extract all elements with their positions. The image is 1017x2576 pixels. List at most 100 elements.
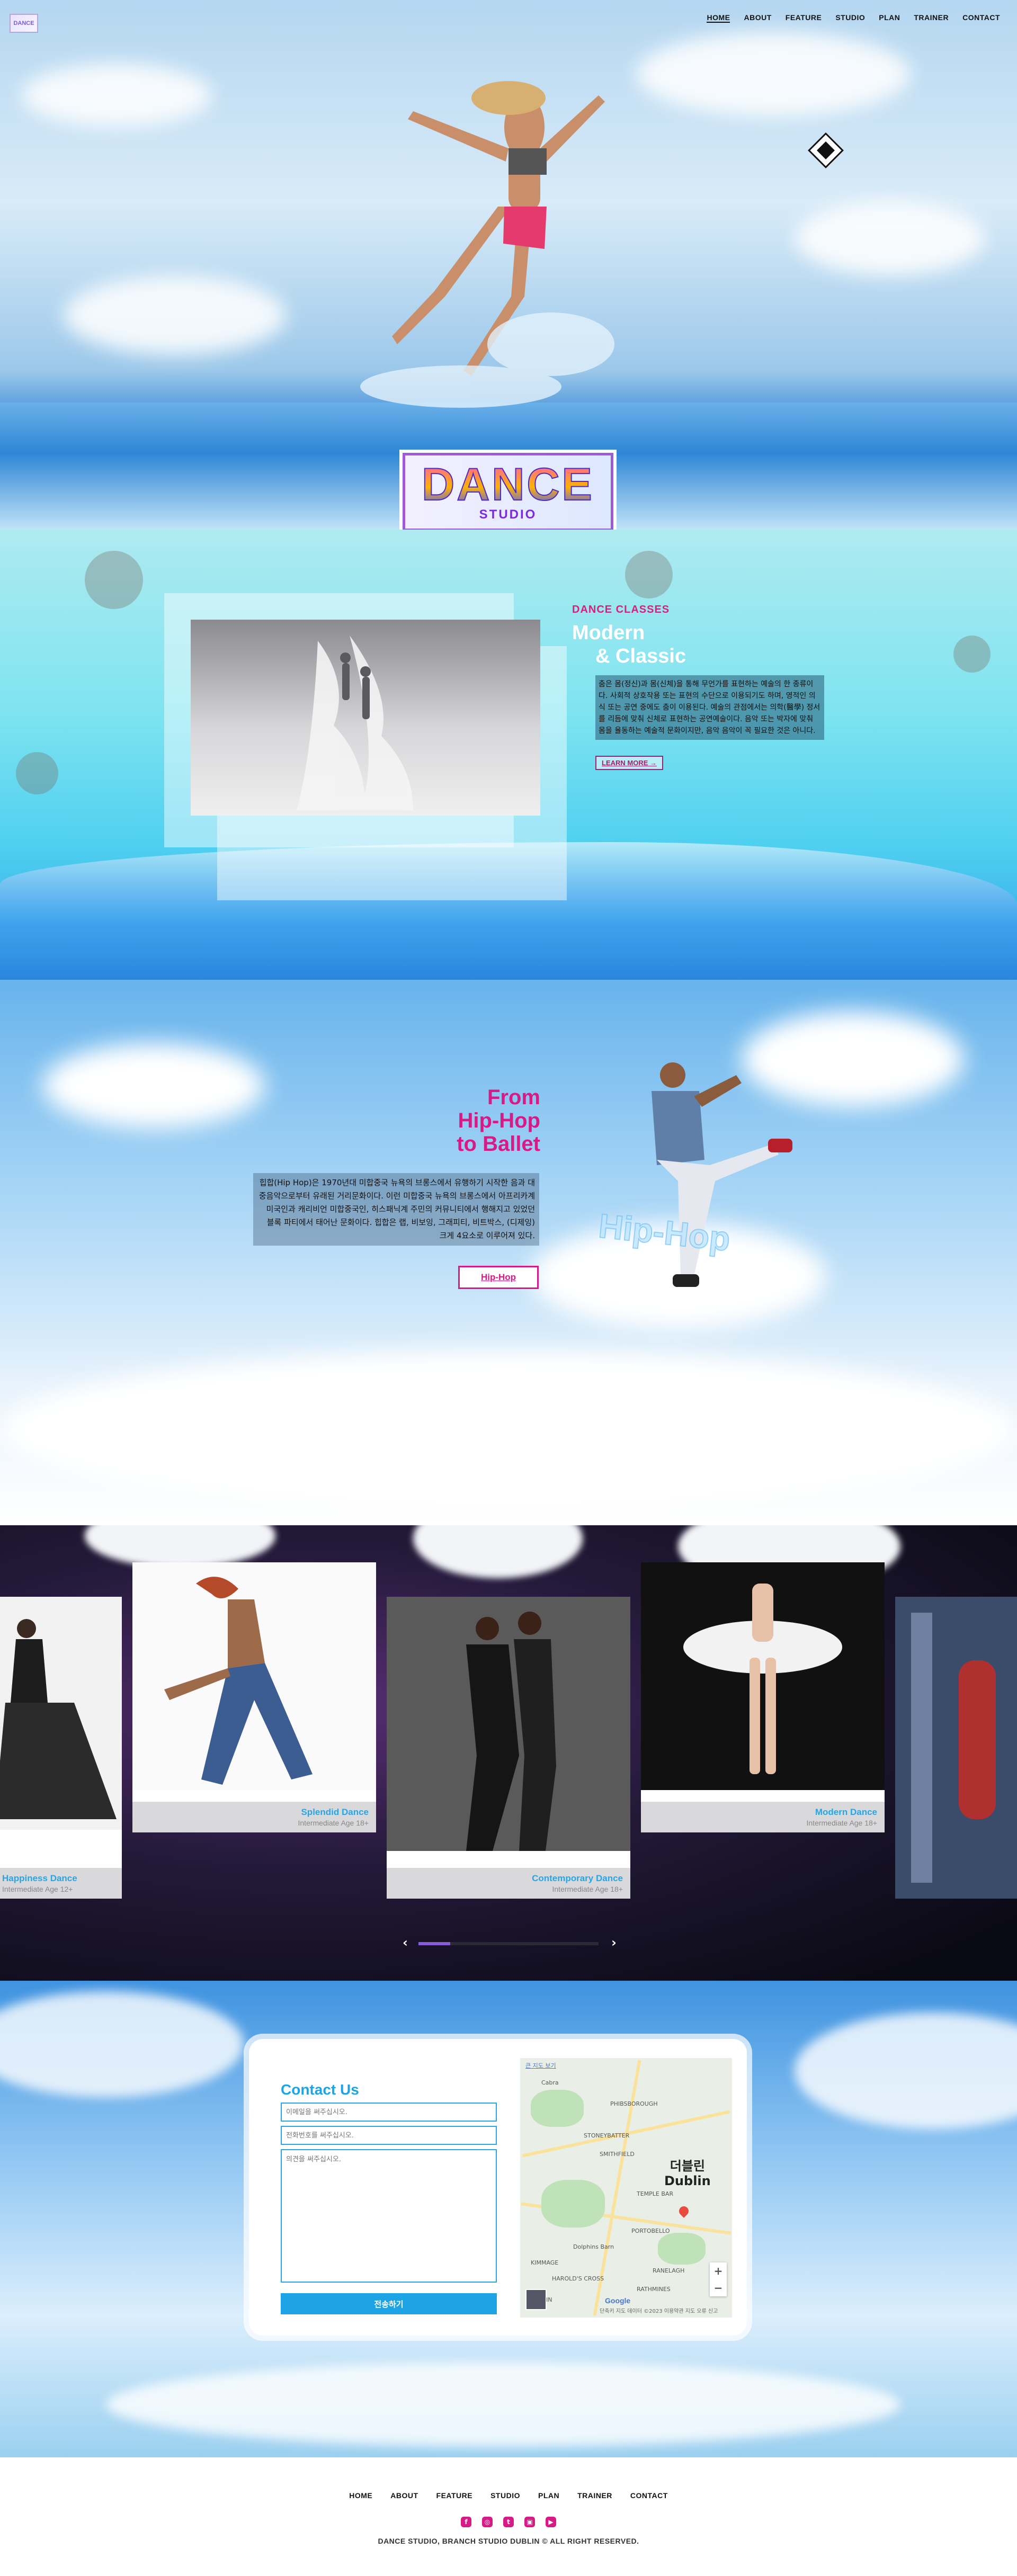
hiphop-description: 힙합(Hip Hop)은 1970년대 미합중국 뉴욕의 브롱스에서 유행하기 … xyxy=(253,1173,539,1246)
carousel-next-button[interactable]: › xyxy=(611,1936,617,1949)
map-label: TEMPLE BAR xyxy=(637,2190,674,2197)
gallery-card[interactable]: Happiness Dance Intermediate Age 12+ xyxy=(0,1597,122,1899)
nav-home[interactable]: HOME xyxy=(707,13,730,23)
logo-big-text: DANCE xyxy=(421,459,594,510)
map-label: RATHMINES xyxy=(637,2286,671,2293)
contact-section: Contact Us 전송하기 큰 지도 보기 Cabra PHIBSBOROU… xyxy=(0,1981,1017,2457)
water-splash xyxy=(0,1991,244,2097)
gallery-card-caption: Happiness Dance Intermediate Age 12+ xyxy=(0,1868,122,1899)
footer-nav-home[interactable]: HOME xyxy=(349,2491,372,2500)
gallery-card-title: Contemporary Dance xyxy=(532,1873,623,1883)
carousel-prev-button[interactable]: ‹ xyxy=(403,1936,408,1949)
cloud xyxy=(42,1043,265,1128)
gallery-card-subtitle: Intermediate Age 12+ xyxy=(2,1885,73,1893)
cloud xyxy=(413,1525,583,1578)
map-label: RANELAGH xyxy=(653,2267,685,2274)
gallery-card-caption: Contemporary Dance Intermediate Age 18+ xyxy=(387,1868,630,1899)
classes-title-line2: & Classic xyxy=(595,645,686,667)
footer-nav-feature[interactable]: FEATURE xyxy=(436,2491,473,2500)
hero-dancer-image xyxy=(360,81,614,408)
nav-studio[interactable]: STUDIO xyxy=(835,13,865,23)
hiphop-title: From Hip-Hop to Ballet xyxy=(440,1086,540,1156)
gallery-card-subtitle: Intermediate Age 18+ xyxy=(298,1819,369,1827)
nav-trainer[interactable]: TRAINER xyxy=(914,13,949,23)
facebook-icon[interactable]: f xyxy=(461,2517,471,2527)
classes-description: 춤은 몸(정신)과 몸(신체)을 통해 무언가를 표현하는 예술의 한 종류이다… xyxy=(595,675,824,740)
ballet-couple-illustration xyxy=(297,636,413,810)
footer-nav-trainer[interactable]: TRAINER xyxy=(577,2491,612,2500)
footer-nav: HOME ABOUT FEATURE STUDIO PLAN TRAINER C… xyxy=(0,2491,1017,2500)
hero-section: DANCE HOME ABOUT FEATURE STUDIO PLAN TRA… xyxy=(0,0,1017,530)
hiphop-title-line1: From xyxy=(487,1086,540,1109)
gallery-card[interactable]: Splendid Dance Intermediate Age 18+ xyxy=(132,1562,376,1832)
map-park xyxy=(531,2090,584,2127)
map-pin-icon[interactable] xyxy=(677,2204,691,2218)
dancer-photo-splendid xyxy=(132,1562,376,1790)
hiphop-dancer-image xyxy=(652,1062,792,1287)
decor-blob xyxy=(625,551,673,598)
hiphop-title-line3: to Ballet xyxy=(457,1132,540,1156)
diamond-icon[interactable] xyxy=(808,132,844,168)
dance-studio-logo: DANCE STUDIO xyxy=(403,453,613,530)
logo-small-text: STUDIO xyxy=(479,507,537,522)
twitter-icon[interactable]: t xyxy=(503,2517,514,2527)
google-map[interactable]: 큰 지도 보기 Cabra PHIBSBOROUGH STONEYBATTER … xyxy=(520,2058,732,2318)
hiphop-button[interactable]: Hip-Hop xyxy=(458,1266,539,1289)
map-park xyxy=(541,2180,605,2228)
classes-title-line1: Modern xyxy=(572,622,645,644)
cloud-bank xyxy=(0,1350,1017,1509)
footer-nav-contact[interactable]: CONTACT xyxy=(630,2491,668,2500)
map-city-label: 더블린 Dublin xyxy=(664,2159,711,2188)
instagram-icon[interactable]: ◎ xyxy=(482,2517,493,2527)
map-larger-link[interactable]: 큰 지도 보기 xyxy=(525,2061,556,2070)
site-footer: HOME ABOUT FEATURE STUDIO PLAN TRAINER C… xyxy=(0,2457,1017,2576)
learn-more-label: LEARN MORE xyxy=(602,759,648,767)
map-city-ko: 더블린 xyxy=(670,2159,705,2174)
nav-plan[interactable]: PLAN xyxy=(879,13,900,23)
dancer-photo-modern xyxy=(641,1562,885,1790)
gallery-card-caption: Modern Dance Intermediate Age 18+ xyxy=(641,1802,885,1832)
map-city-en: Dublin xyxy=(664,2174,711,2188)
map-label: STONEYBATTER xyxy=(584,2132,630,2139)
gallery-card-partial[interactable] xyxy=(895,1597,1017,1899)
carousel-scrollbar-thumb[interactable] xyxy=(418,1942,450,1945)
cloud xyxy=(636,32,911,117)
header-logo[interactable]: DANCE xyxy=(10,14,38,33)
water-splash xyxy=(795,2012,1017,2129)
cloud xyxy=(795,201,985,275)
twitch-icon[interactable]: ▣ xyxy=(524,2517,535,2527)
zoom-in-button[interactable]: + xyxy=(710,2262,727,2279)
map-label: KIMMAGE xyxy=(531,2259,559,2266)
classes-eyebrow: DANCE CLASSES xyxy=(572,604,670,615)
footer-nav-studio[interactable]: STUDIO xyxy=(490,2491,520,2500)
classes-title: Modern & Classic xyxy=(572,621,824,668)
phone-field[interactable] xyxy=(281,2126,497,2145)
nav-contact[interactable]: CONTACT xyxy=(962,13,1000,23)
gallery-card[interactable]: Modern Dance Intermediate Age 18+ xyxy=(641,1562,885,1832)
map-satellite-toggle[interactable] xyxy=(525,2289,547,2310)
header-logo-text: DANCE xyxy=(13,20,34,26)
map-zoom-control: + − xyxy=(710,2262,727,2296)
gallery-card[interactable]: Contemporary Dance Intermediate Age 18+ xyxy=(387,1597,630,1899)
learn-more-button[interactable]: LEARN MORE → xyxy=(595,756,664,770)
youtube-icon[interactable]: ▶ xyxy=(546,2517,556,2527)
contact-form: Contact Us 전송하기 xyxy=(281,2081,497,2314)
nav-about[interactable]: ABOUT xyxy=(744,13,771,23)
copyright-text: DANCE STUDIO, BRANCH STUDIO DUBLIN © ALL… xyxy=(378,2537,639,2545)
email-field[interactable] xyxy=(281,2103,497,2122)
ballet-couple-photo xyxy=(191,620,540,816)
hiphop-section: From Hip-Hop to Ballet 힙합(Hip Hop)은 1970… xyxy=(0,980,1017,1525)
gallery-card-title: Splendid Dance xyxy=(301,1807,369,1817)
zoom-out-button[interactable]: − xyxy=(710,2279,727,2296)
footer-nav-about[interactable]: ABOUT xyxy=(390,2491,418,2500)
class-gallery-section: Happiness Dance Intermediate Age 12+ Spl… xyxy=(0,1525,1017,1981)
contact-title: Contact Us xyxy=(281,2081,359,2098)
cloud xyxy=(64,275,286,355)
message-field[interactable] xyxy=(281,2149,497,2283)
carousel-scrollbar[interactable] xyxy=(418,1942,599,1945)
google-logo: Google xyxy=(605,2296,631,2305)
footer-nav-plan[interactable]: PLAN xyxy=(538,2491,559,2500)
submit-button[interactable]: 전송하기 xyxy=(281,2293,497,2314)
map-label: SMITHFIELD xyxy=(600,2151,635,2158)
nav-feature[interactable]: FEATURE xyxy=(786,13,822,23)
